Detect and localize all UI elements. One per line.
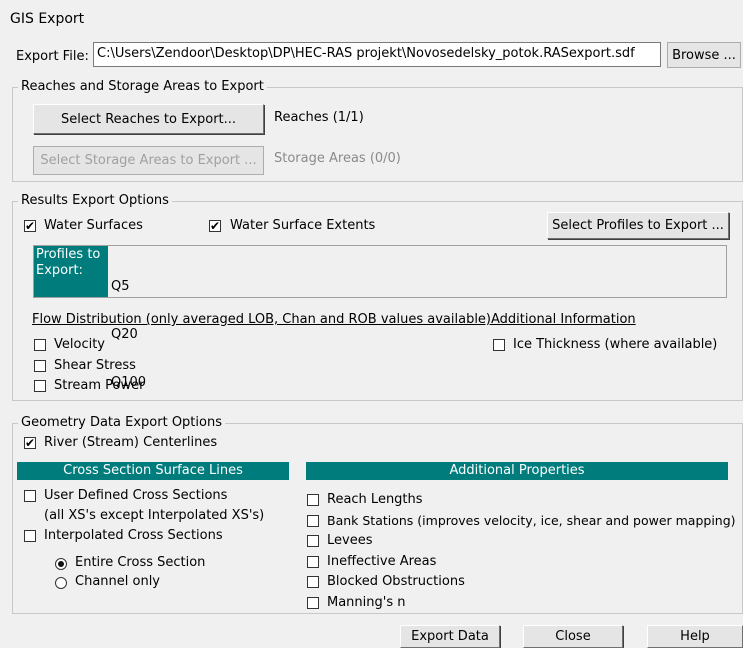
profiles-header: Profiles to Export: [34,246,108,297]
cross-section-surface-lines-header: Cross Section Surface Lines [17,462,289,480]
select-profiles-button[interactable]: Select Profiles to Export ... [547,212,729,239]
mannings-n-label: Manning's n [327,595,406,610]
ineffective-areas-label: Ineffective Areas [327,554,437,569]
profile-item[interactable]: Q20 [111,327,146,343]
reaches-status: Reaches (1/1) [274,110,364,125]
river-centerlines-checkbox[interactable]: ✔ [24,437,36,449]
bank-stations-label: Bank Stations (improves velocity, ice, s… [327,513,736,528]
water-surfaces-label: Water Surfaces [44,218,143,233]
close-button[interactable]: Close [523,625,623,648]
blocked-obstructions-label: Blocked Obstructions [327,574,465,589]
river-centerlines-label: River (Stream) Centerlines [44,435,218,450]
bank-stations-checkbox[interactable] [307,515,319,527]
user-defined-xs-checkbox[interactable] [24,490,36,502]
export-data-button[interactable]: Export Data [400,625,500,648]
browse-button[interactable]: Browse ... [667,42,741,68]
ice-thickness-label: Ice Thickness (where available) [513,337,718,352]
geometry-group-legend: Geometry Data Export Options [18,415,225,430]
ice-thickness-checkbox[interactable] [493,339,505,351]
reach-lengths-checkbox[interactable] [307,494,319,506]
reach-lengths-label: Reach Lengths [327,492,423,507]
select-storage-areas-button[interactable]: Select Storage Areas to Export ... [33,146,264,175]
help-button[interactable]: Help [647,625,743,648]
stream-power-label: Stream Power [54,378,145,393]
water-surfaces-checkbox[interactable]: ✔ [24,220,36,232]
user-defined-xs-label: User Defined Cross Sections [44,488,228,503]
export-file-input[interactable]: C:\Users\Zendoor\Desktop\DP\HEC-RAS proj… [93,42,661,67]
flow-distribution-heading: Flow Distribution (only averaged LOB, Ch… [32,312,492,327]
velocity-checkbox[interactable] [34,339,46,351]
entire-cross-section-label: Entire Cross Section [75,555,206,570]
check-icon: ✔ [25,219,36,233]
channel-only-radio[interactable] [55,577,67,589]
interpolated-xs-label: Interpolated Cross Sections [44,528,223,543]
export-file-label: Export File: [16,49,89,64]
storage-areas-status: Storage Areas (0/0) [274,151,401,166]
shear-stress-label: Shear Stress [54,358,136,373]
results-group-legend: Results Export Options [18,193,172,208]
check-icon: ✔ [210,219,221,233]
water-surface-extents-checkbox[interactable]: ✔ [209,220,221,232]
user-defined-xs-sublabel: (all XS's except Interpolated XS's) [44,508,265,523]
channel-only-label: Channel only [75,574,161,589]
levees-label: Levees [327,533,373,548]
reaches-group-legend: Reaches and Storage Areas to Export [18,79,267,94]
additional-info-heading: Additional Information [491,312,636,327]
levees-checkbox[interactable] [307,535,319,547]
water-surface-extents-label: Water Surface Extents [230,218,376,233]
blocked-obstructions-checkbox[interactable] [307,576,319,588]
additional-properties-header: Additional Properties [306,462,728,480]
stream-power-checkbox[interactable] [34,380,46,392]
velocity-label: Velocity [54,337,105,352]
check-icon: ✔ [25,436,36,450]
select-reaches-button[interactable]: Select Reaches to Export... [33,104,264,134]
interpolated-xs-checkbox[interactable] [24,530,36,542]
shear-stress-checkbox[interactable] [34,360,46,372]
window-title: GIS Export [10,11,85,27]
profile-item[interactable]: Q5 [111,279,146,295]
ineffective-areas-checkbox[interactable] [307,556,319,568]
entire-cross-section-radio[interactable] [55,558,67,570]
mannings-n-checkbox[interactable] [307,597,319,609]
